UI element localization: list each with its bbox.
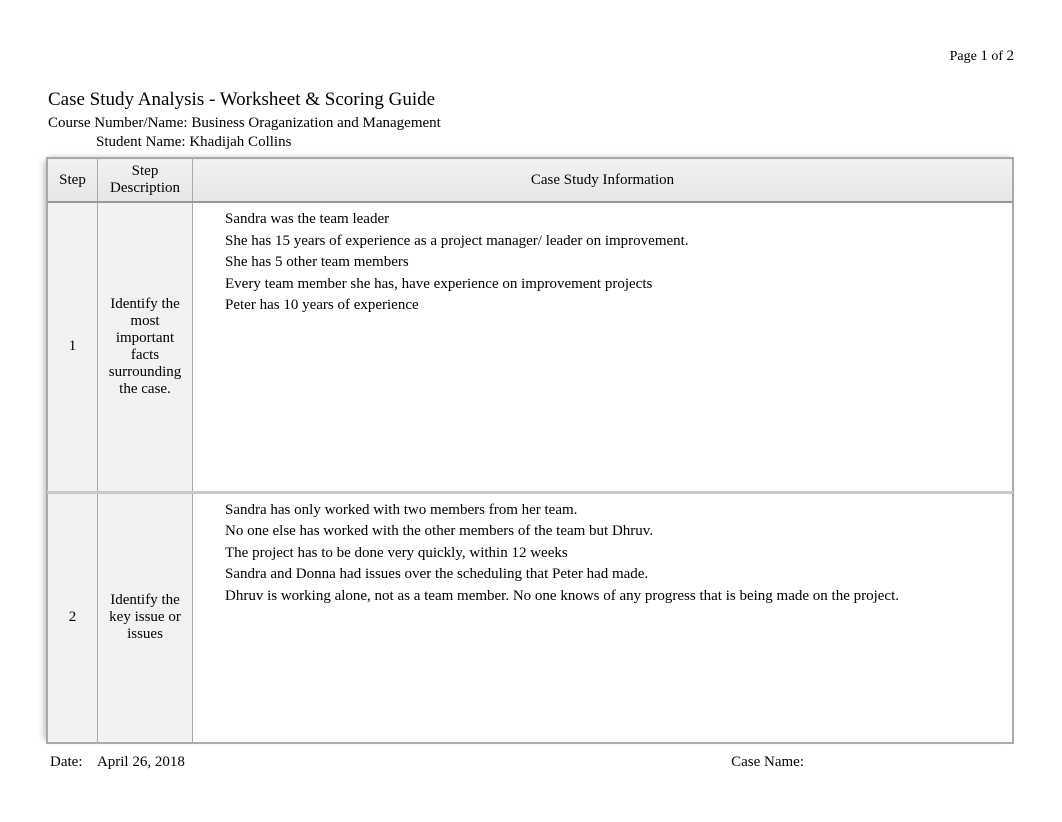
case-info-cell: Sandra has only worked with two members … [193, 492, 1013, 742]
date-value: April 26, 2018 [97, 754, 185, 770]
bullet-line: She has 15 years of experience as a proj… [203, 231, 1002, 253]
header-info: Case Study Information [193, 159, 1013, 203]
header-step: Step [48, 159, 98, 203]
document-title: Case Study Analysis - Worksheet & Scorin… [48, 89, 1014, 111]
bullet-text: Sandra was the team leader [225, 210, 1002, 230]
course-value: Business Oraganization and Management [191, 115, 441, 131]
footer-case: Case Name: [731, 754, 804, 771]
bullet-icon [203, 253, 225, 256]
student-line: Student Name: Khadijah Collins [48, 134, 1014, 151]
bullet-icon [203, 232, 225, 235]
bullet-line: Peter has 10 years of experience [203, 295, 1002, 317]
step-description-cell: Identify the most important facts surrou… [98, 202, 193, 492]
table-row: 2Identify the key issue or issues Sandra … [48, 492, 1013, 742]
bullet-text: No one else has worked with the other me… [225, 522, 1002, 542]
bullet-icon [203, 275, 225, 278]
course-label: Course Number/Name: [48, 115, 188, 131]
case-label: Case Name: [731, 754, 804, 770]
bullet-line: The project has to be done very quickly,… [203, 543, 1002, 565]
table-row: 1Identify the most important facts surro… [48, 202, 1013, 492]
bullet-text: The project has to be done very quickly,… [225, 544, 1002, 564]
bullet-text: Every team member she has, have experien… [225, 275, 1002, 295]
bullet-icon [203, 544, 225, 547]
bullet-line [203, 317, 1002, 322]
bullet-icon [203, 608, 225, 611]
student-label: Student Name: [96, 134, 186, 150]
date-label: Date: [50, 754, 94, 771]
page-total: 2 [1007, 48, 1015, 64]
bullet-text: Peter has 10 years of experience [225, 296, 1002, 316]
step-description-cell: Identify the key issue or issues [98, 492, 193, 742]
bullet-icon [203, 587, 225, 590]
case-info-cell: Sandra was the team leaderShe has 15 yea… [193, 202, 1013, 492]
bullet-text: She has 5 other team members [225, 253, 1002, 273]
bullet-text: Sandra has only worked with two members … [225, 501, 1002, 521]
bullet-icon [203, 318, 225, 321]
worksheet-table: Step Step Description Case Study Informa… [47, 158, 1013, 743]
bullet-text: Dhruv is working alone, not as a team me… [225, 587, 1002, 607]
bullet-text: She has 15 years of experience as a proj… [225, 232, 1002, 252]
bullet-icon [203, 565, 225, 568]
course-line: Course Number/Name: Business Oraganizati… [48, 115, 1014, 132]
step-number-cell: 1 [48, 202, 98, 492]
bullet-line: No one else has worked with the other me… [203, 521, 1002, 543]
student-value: Khadijah Collins [189, 134, 291, 150]
bullet-line: Sandra has only worked with two members … [203, 500, 1002, 522]
bullet-icon [203, 522, 225, 525]
page-of-label: of [991, 49, 1003, 64]
bullet-icon [203, 296, 225, 299]
worksheet-table-wrap: Step Step Description Case Study Informa… [46, 157, 1014, 744]
bullet-line: Sandra and Donna had issues over the sch… [203, 564, 1002, 586]
page-current: 1 [980, 48, 988, 64]
bullet-line [203, 607, 1002, 612]
bullet-line: Dhruv is working alone, not as a team me… [203, 586, 1002, 608]
bullet-text: Sandra and Donna had issues over the sch… [225, 565, 1002, 585]
table-header-row: Step Step Description Case Study Informa… [48, 159, 1013, 203]
footer-date: Date: April 26, 2018 [50, 754, 185, 771]
footer: Date: April 26, 2018 Case Name: [48, 754, 1014, 771]
bullet-line: Every team member she has, have experien… [203, 274, 1002, 296]
header-desc: Step Description [98, 159, 193, 203]
page-number: Page 1 of 2 [48, 48, 1014, 65]
bullet-line: Sandra was the team leader [203, 209, 1002, 231]
bullet-line: She has 5 other team members [203, 252, 1002, 274]
step-number-cell: 2 [48, 492, 98, 742]
bullet-icon [203, 210, 225, 213]
page-label: Page [950, 49, 977, 64]
bullet-icon [203, 501, 225, 504]
